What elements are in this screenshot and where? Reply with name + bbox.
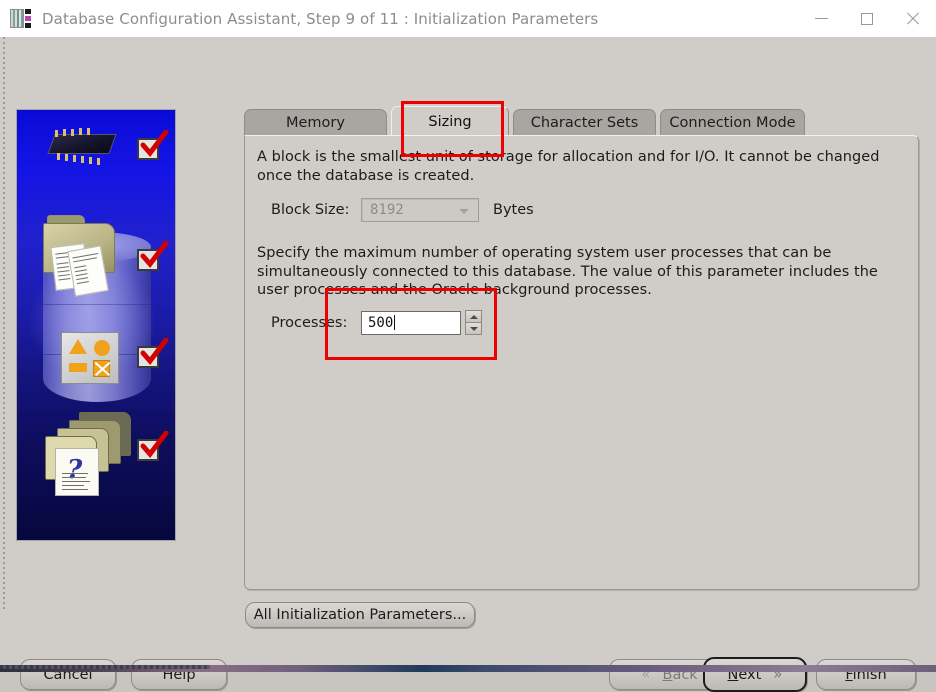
text-caret: [394, 315, 396, 330]
processes-value: 500: [368, 314, 394, 331]
processes-label: Processes:: [271, 314, 348, 331]
window-title: Database Configuration Assistant, Step 9…: [42, 9, 599, 28]
folder-documents-icon: [39, 215, 129, 301]
chip-icon: [43, 128, 121, 165]
processes-stepper[interactable]: [465, 310, 482, 335]
tab-memory[interactable]: Memory: [244, 109, 387, 136]
tab-sizing[interactable]: Sizing: [391, 106, 509, 136]
tab-connection-mode[interactable]: Connection Mode: [660, 109, 805, 136]
help-button[interactable]: Help: [131, 659, 227, 690]
next-button[interactable]: Next »: [703, 657, 807, 692]
left-edge-rail: [3, 37, 5, 612]
maximize-button[interactable]: [844, 0, 890, 37]
processes-row: Processes: 500: [271, 310, 482, 335]
processes-input[interactable]: 500: [361, 310, 461, 335]
cancel-button[interactable]: Cancel: [20, 659, 116, 690]
block-size-label: Block Size:: [271, 202, 350, 218]
processes-description: Specify the maximum number of operating …: [257, 245, 878, 298]
desktop-taskbar-sliver: [0, 665, 936, 672]
checkmark-icon: [137, 431, 169, 465]
block-size-units: Bytes: [493, 202, 534, 218]
window-body: ? Memory Sizing Character Sets Connectio…: [0, 37, 936, 692]
block-size-description: A block is the smallest unit of storage …: [257, 149, 880, 184]
window-controls: [798, 0, 936, 37]
close-button[interactable]: [890, 0, 936, 37]
all-initialization-parameters-button[interactable]: All Initialization Parameters...: [245, 602, 475, 628]
block-size-row: Block Size: 8192 Bytes: [271, 198, 534, 222]
database-chip-icon: [10, 8, 32, 30]
chevron-down-icon: [459, 209, 469, 214]
stepper-up-button[interactable]: [465, 310, 482, 323]
wizard-banner-illustration: ?: [16, 109, 176, 541]
checkmark-icon: [137, 241, 169, 275]
tab-character-sets[interactable]: Character Sets: [513, 109, 656, 136]
folders-question-icon: ?: [35, 410, 131, 500]
checkmark-icon: [137, 130, 169, 164]
finish-button[interactable]: Finish: [816, 659, 916, 690]
sizing-tab-panel: A block is the smallest unit of storage …: [244, 135, 919, 590]
block-size-value: 8192: [370, 202, 404, 218]
title-bar: Database Configuration Assistant, Step 9…: [0, 0, 936, 38]
shapes-icon: [61, 332, 119, 384]
dbca-window: Database Configuration Assistant, Step 9…: [0, 0, 936, 692]
checkmark-icon: [137, 338, 169, 372]
block-size-select[interactable]: 8192: [361, 198, 479, 222]
tab-strip: Memory Sizing Character Sets Connection …: [244, 106, 805, 136]
minimize-button[interactable]: [798, 0, 844, 37]
stepper-down-button[interactable]: [465, 323, 482, 335]
